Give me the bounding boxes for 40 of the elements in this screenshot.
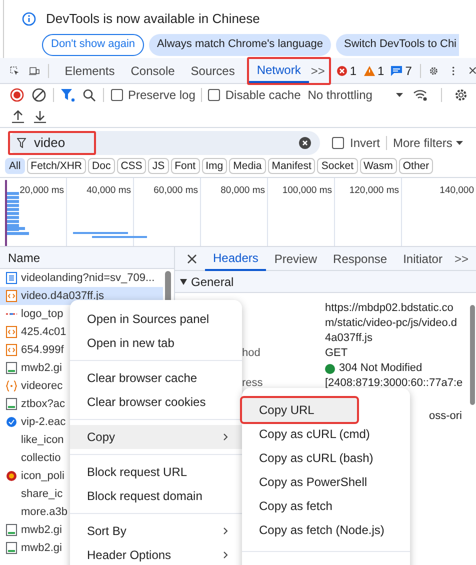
header-value: GET: [325, 346, 348, 361]
request-name: 425.4c01: [21, 324, 66, 340]
request-name: ztbox?ac: [21, 396, 66, 412]
error-count: 1: [350, 62, 357, 80]
section-title: General: [191, 274, 234, 290]
time-tick: 140,000: [440, 184, 474, 198]
time-tick: 100,000 ms: [282, 184, 332, 198]
request-name: mwb2.gi: [21, 540, 62, 556]
request-name: logo_top: [21, 306, 64, 322]
request-name: mwb2.gi: [21, 522, 62, 538]
header-label: hod: [242, 347, 260, 359]
request-name: icon_poli: [21, 468, 64, 484]
header-value: [2408:8719:3000:60::77a7:e: [325, 376, 463, 391]
header-label: ress: [242, 377, 263, 389]
header-value: 304 Not Modified: [339, 361, 422, 376]
request-name: videorec: [21, 378, 63, 394]
header-value: oss-ori: [428, 409, 462, 424]
request-name: vip-2.eac: [21, 414, 66, 430]
request-name: like_icon: [21, 432, 64, 448]
request-name: video.d4a037ff.js: [21, 288, 104, 304]
request-name: collectio: [21, 450, 61, 466]
info-message: DevTools is now available in Chinese: [46, 10, 260, 28]
request-name: videolanding?nid=sv_709...: [21, 270, 155, 286]
request-name: share_ic: [21, 486, 63, 502]
invert-label: Invert: [350, 135, 380, 152]
time-tick: 120,000 ms: [349, 184, 399, 198]
time-tick: 40,000 ms: [86, 184, 131, 198]
header-value: https://mbdp02.bdstatic.com/static/video-pc/js/video.d4a037ff.js: [325, 301, 458, 346]
time-tick: 60,000 ms: [154, 184, 198, 198]
name-column-header: Name: [8, 250, 40, 266]
disable-cache-label: Disable cache: [225, 87, 301, 104]
message-count: 7: [405, 62, 412, 80]
time-tick: 20,000 ms: [20, 184, 64, 198]
time-tick: 80,000 ms: [220, 184, 265, 198]
preserve-log-label: Preserve log: [128, 87, 196, 104]
filter-value: video: [34, 134, 66, 152]
request-name: 654.999f: [21, 342, 64, 358]
request-name: mwb2.gi: [21, 360, 62, 376]
warning-count: 1: [378, 62, 384, 80]
request-name: more.a3b: [21, 504, 68, 520]
